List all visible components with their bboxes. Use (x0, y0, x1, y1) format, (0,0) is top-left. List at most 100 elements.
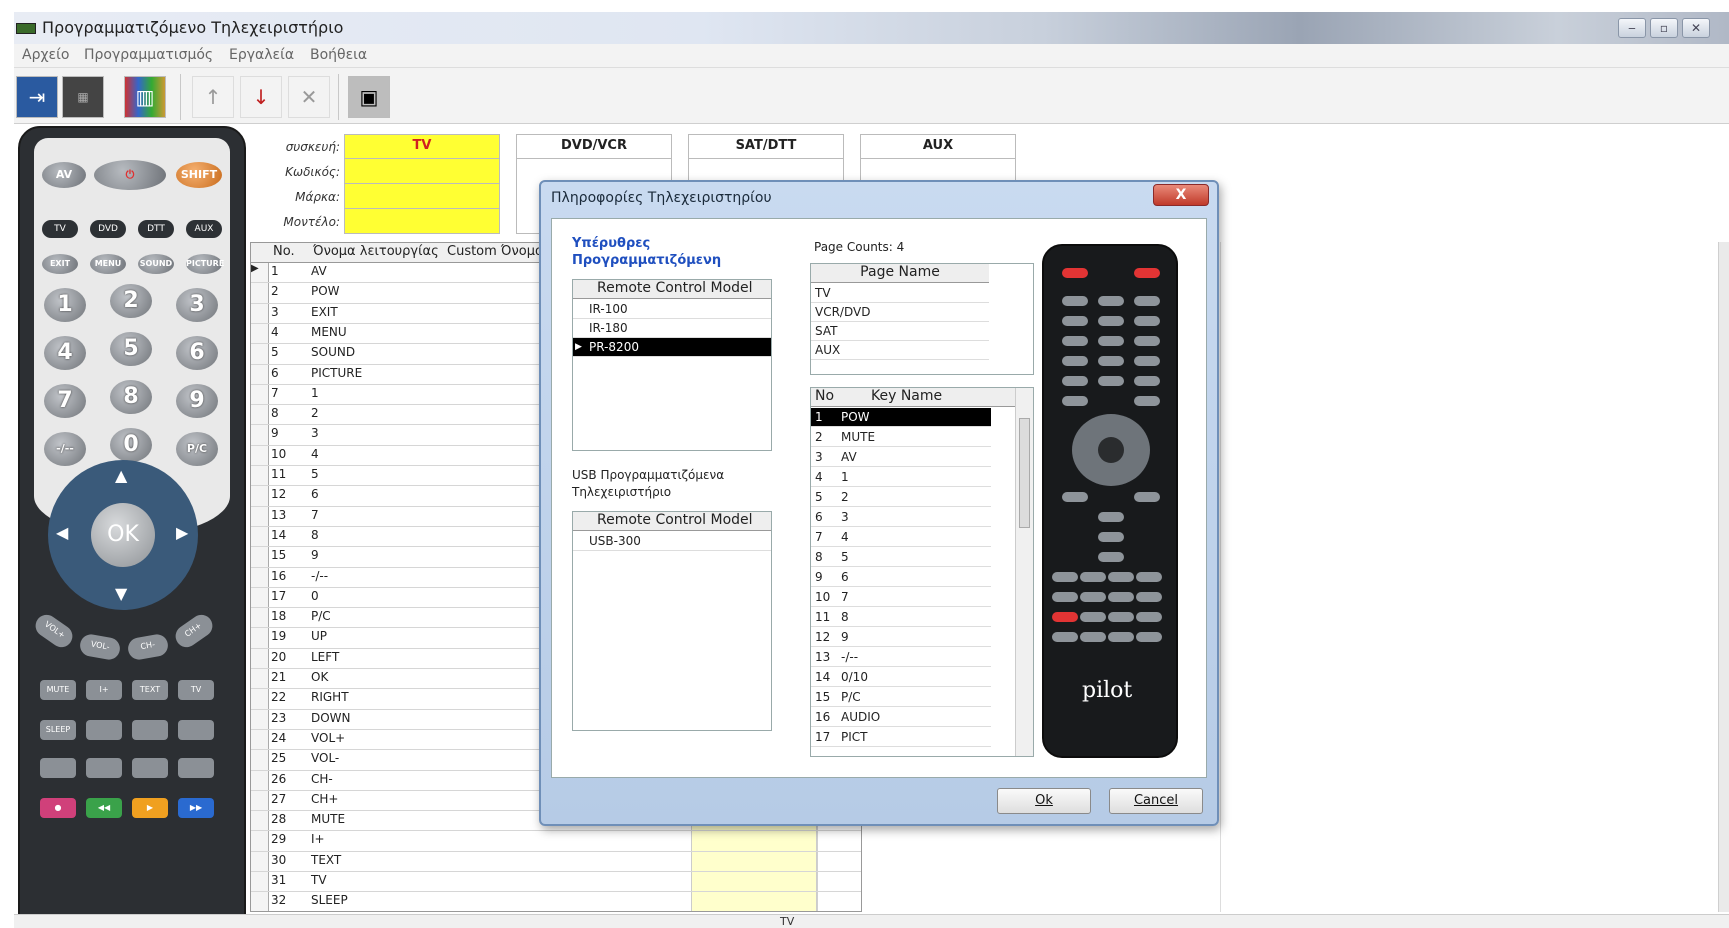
key-row[interactable]: 11 8 (811, 608, 991, 627)
remote-chup-button[interactable]: CH+ (171, 610, 217, 652)
remote-tv-button[interactable]: TV (42, 220, 78, 238)
dpad-down-icon[interactable]: ▼ (115, 584, 127, 603)
key-row[interactable]: 52 (811, 488, 991, 507)
key-row[interactable]: 85 (811, 548, 991, 567)
remote-key-h[interactable] (178, 758, 214, 778)
remote-num-3[interactable]: 3 (176, 288, 218, 322)
dpad-up-icon[interactable]: ▲ (115, 466, 127, 485)
row-selector[interactable] (251, 283, 269, 304)
table-row[interactable]: 30 TEXT (251, 851, 861, 872)
key-row[interactable]: 16 AUDIO (811, 708, 991, 727)
row-selector[interactable] (251, 811, 269, 832)
remote-play-button[interactable]: ▶ (132, 798, 168, 818)
remote-dvd-button[interactable]: DVD (90, 220, 126, 238)
remote-menu-button[interactable]: MENU (90, 254, 126, 274)
remote-num-8[interactable]: 8 (110, 380, 152, 414)
right-scrollbar[interactable] (1718, 242, 1729, 912)
key-row[interactable]: 63 (811, 508, 991, 527)
remote-info-button[interactable]: I+ (86, 680, 122, 700)
row-selector[interactable]: ▶ (251, 263, 269, 284)
menu-help[interactable]: Βοήθεια (310, 47, 367, 63)
tv-brand-cell[interactable] (345, 184, 499, 209)
tv-code-cell[interactable] (345, 159, 499, 184)
row-selector[interactable] (251, 892, 269, 911)
row-selector[interactable] (251, 872, 269, 893)
usb-model-list[interactable]: Remote Control Model USB-300 (572, 511, 772, 731)
menu-file[interactable]: Αρχείο (22, 47, 69, 63)
list-item[interactable]: IR-100 (573, 300, 771, 319)
key-row[interactable]: 13 -/-- (811, 648, 991, 667)
remote-num-0[interactable]: 0 (110, 428, 152, 462)
row-selector[interactable] (251, 466, 269, 487)
key-row[interactable]: 74 (811, 528, 991, 547)
key-row[interactable]: 15 P/C (811, 688, 991, 707)
list-item[interactable]: SAT (811, 322, 989, 341)
remote-key-d[interactable] (178, 720, 214, 740)
remote-pc-button[interactable]: P/C (176, 432, 218, 466)
row-selector[interactable] (251, 608, 269, 629)
tv-model-cell[interactable] (345, 209, 499, 234)
remote-key-b[interactable] (86, 720, 122, 740)
key-row[interactable]: 10 7 (811, 588, 991, 607)
row-selector[interactable] (251, 323, 269, 345)
remote-volup-button[interactable]: VOL+ (31, 610, 77, 652)
remote-dtt-button[interactable]: DTT (138, 220, 174, 238)
table-row[interactable]: 31 TV (251, 872, 861, 893)
remote-aux-button[interactable]: AUX (186, 220, 222, 238)
remote-power-button[interactable]: ⏻ (94, 160, 166, 190)
remote-num-9[interactable]: 9 (176, 384, 218, 418)
row-selector[interactable] (251, 851, 269, 872)
row-selector[interactable] (251, 445, 269, 466)
remote-num-7[interactable]: 7 (44, 384, 86, 418)
dpad-right-icon[interactable]: ▶ (176, 523, 188, 542)
row-selector[interactable] (251, 486, 269, 507)
key-list-scroll-thumb[interactable] (1019, 418, 1030, 528)
key-row[interactable]: 12 9 (811, 628, 991, 647)
table-row[interactable]: 29 I+ (251, 831, 861, 852)
dpad-left-icon[interactable]: ◀ (56, 523, 68, 542)
row-selector[interactable] (251, 729, 269, 751)
row-selector[interactable] (251, 303, 269, 324)
row-selector[interactable] (251, 587, 269, 609)
remote-av-button[interactable]: AV (42, 162, 86, 188)
remote-num-2[interactable]: 2 (110, 284, 152, 318)
minimize-button[interactable]: ‒ (1618, 18, 1646, 38)
cancel-button[interactable]: Cancel (1109, 788, 1203, 814)
ir-model-list[interactable]: Remote Control Model IR-100 IR-180 ▶ PR-820… (572, 279, 772, 451)
remote-forward-button[interactable]: ▶▶ (178, 798, 214, 818)
row-selector[interactable] (251, 405, 269, 426)
row-selector[interactable] (251, 526, 269, 548)
row-selector[interactable] (251, 648, 269, 669)
remote-key-e[interactable] (40, 758, 76, 778)
remote-num-1[interactable]: 1 (44, 288, 86, 322)
key-row[interactable]: 41 (811, 468, 991, 487)
remote-num-6[interactable]: 6 (176, 336, 218, 370)
row-selector[interactable] (251, 770, 269, 791)
row-selector[interactable] (251, 689, 269, 710)
row-selector[interactable] (251, 831, 269, 852)
key-row[interactable]: 3 AV (811, 448, 991, 467)
table-row[interactable]: 32 SLEEP (251, 892, 861, 911)
row-selector[interactable] (251, 506, 269, 527)
remote-rewind-button[interactable]: ◀◀ (86, 798, 122, 818)
list-item[interactable]: USB-300 (573, 532, 771, 551)
down-arrow-icon[interactable]: ↓ (240, 76, 282, 118)
list-item[interactable]: TV (811, 284, 989, 303)
remote-key-c[interactable] (132, 720, 168, 740)
remote-exit-button[interactable]: EXIT (42, 254, 78, 274)
row-selector[interactable] (251, 547, 269, 568)
list-item[interactable]: AUX (811, 341, 989, 360)
maximize-button[interactable]: ▫ (1650, 18, 1678, 38)
remote-picture-button[interactable]: PICTURE (186, 254, 224, 274)
remote-text-button[interactable]: TEXT (132, 680, 168, 700)
row-selector[interactable] (251, 628, 269, 649)
list-item[interactable]: VCR/DVD (811, 303, 989, 322)
delete-icon[interactable]: ✕ (288, 76, 330, 118)
row-selector[interactable] (251, 344, 269, 365)
row-selector[interactable] (251, 790, 269, 812)
row-selector[interactable] (251, 709, 269, 730)
remote-record-button[interactable]: ● (40, 798, 76, 818)
import-icon[interactable]: ⇥ (16, 76, 58, 118)
menu-tools[interactable]: Εργαλεία (229, 47, 294, 63)
dialog-close-button[interactable]: X (1153, 184, 1209, 206)
